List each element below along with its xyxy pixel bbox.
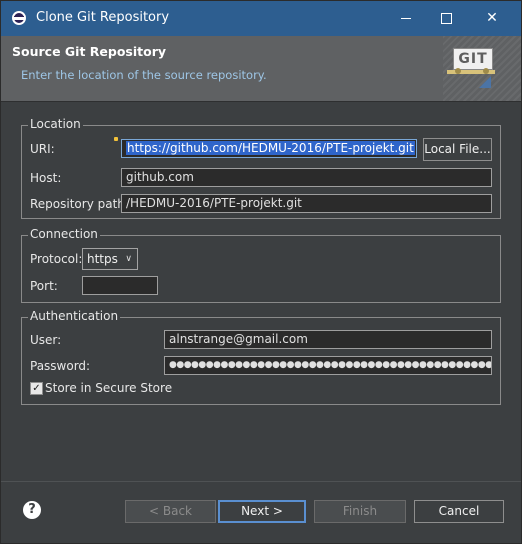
password-label: Password: xyxy=(30,359,91,373)
user-input[interactable]: alnstrange@gmail.com xyxy=(164,330,492,349)
git-logo-node xyxy=(455,68,461,74)
uri-input[interactable]: https://github.com/HEDMU-2016/PTE-projek… xyxy=(121,139,417,158)
git-logo-text: GIT xyxy=(453,48,493,70)
port-label: Port: xyxy=(30,279,58,293)
password-input[interactable]: ●●●●●●●●●●●●●●●●●●●●●●●●●●●●●●●●●●●●●●●●… xyxy=(164,356,492,375)
authentication-legend: Authentication xyxy=(28,309,121,323)
finish-button[interactable]: Finish xyxy=(314,500,406,523)
page-title: Source Git Repository xyxy=(12,44,167,59)
location-legend: Location xyxy=(28,117,83,131)
maximize-icon xyxy=(441,13,452,24)
repository-path-input[interactable]: /HEDMU-2016/PTE-projekt.git xyxy=(121,194,492,213)
protocol-label: Protocol: xyxy=(30,252,83,266)
page-subtitle: Enter the location of the source reposit… xyxy=(21,68,267,82)
host-input[interactable]: github.com xyxy=(121,168,492,187)
git-logo-node xyxy=(483,68,489,74)
footer-divider xyxy=(1,481,521,482)
maximize-button[interactable] xyxy=(424,0,470,36)
store-secure-label: Store in Secure Store xyxy=(45,381,173,395)
repository-path-label: Repository path: xyxy=(30,197,129,211)
back-button[interactable]: < Back xyxy=(125,500,216,523)
required-field-icon xyxy=(114,137,118,141)
close-icon: ✕ xyxy=(486,10,498,26)
close-button[interactable]: ✕ xyxy=(469,0,515,36)
eclipse-app-icon xyxy=(12,11,26,25)
help-icon[interactable]: ? xyxy=(23,501,41,519)
next-button[interactable]: Next > xyxy=(218,500,306,523)
minimize-button[interactable] xyxy=(383,0,429,36)
protocol-value: https xyxy=(87,252,118,266)
protocol-select[interactable]: https ∨ xyxy=(82,248,138,270)
port-input[interactable] xyxy=(82,276,158,295)
local-file-button[interactable]: Local File... xyxy=(423,138,492,161)
uri-label: URI: xyxy=(30,142,55,156)
host-label: Host: xyxy=(30,171,62,185)
connection-legend: Connection xyxy=(28,227,100,241)
uri-value: https://github.com/HEDMU-2016/PTE-projek… xyxy=(126,141,415,155)
chevron-down-icon: ∨ xyxy=(125,254,132,264)
title-bar: Clone Git Repository ✕ xyxy=(0,0,522,36)
wizard-header: Source Git Repository Enter the location… xyxy=(1,36,521,102)
user-label: User: xyxy=(30,333,62,347)
store-secure-checkbox[interactable]: ✓ xyxy=(30,382,43,395)
cancel-button[interactable]: Cancel xyxy=(414,500,504,523)
window-title: Clone Git Repository xyxy=(36,10,170,25)
git-logo-arrow xyxy=(479,76,491,88)
minimize-icon xyxy=(401,18,411,19)
git-logo-icon: GIT xyxy=(447,46,495,90)
